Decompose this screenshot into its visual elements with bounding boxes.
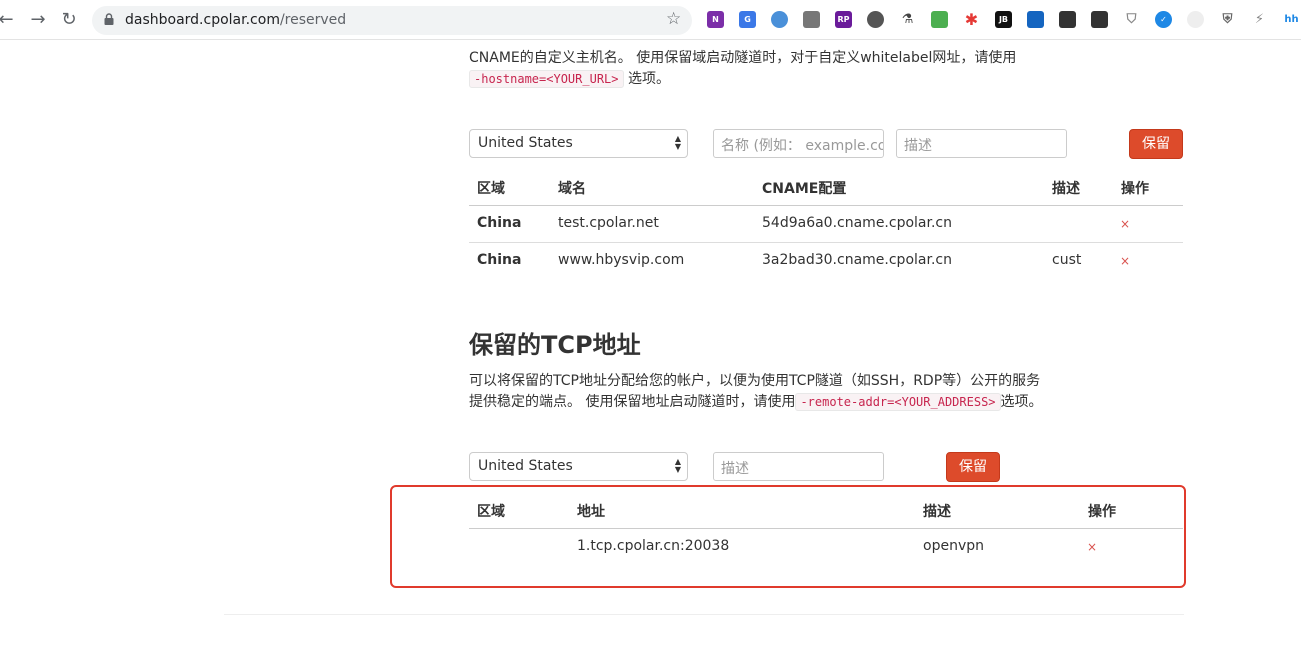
reload-icon[interactable]: ↻ [59, 10, 79, 30]
android-extension-icon[interactable] [931, 11, 948, 28]
qr-code-extension-icon[interactable] [1091, 11, 1108, 28]
domain-name-input[interactable]: 名称 (例如： example.com) [713, 129, 884, 158]
jb-extension-icon[interactable]: JB [995, 11, 1012, 28]
delete-icon[interactable]: × [1120, 217, 1130, 231]
tcp-header-action: 操作 [1088, 504, 1116, 520]
tab-extension-icon[interactable] [803, 11, 820, 28]
browser-toolbar: ← → ↻ dashboard.cpolar.com/reserved ☆ N … [0, 0, 1301, 40]
adblock-extension-icon[interactable]: ⛨ [1219, 11, 1236, 28]
tcp-description-input[interactable]: 描述 [713, 452, 884, 481]
url-text: dashboard.cpolar.com/reserved [125, 12, 347, 28]
tcp-header-region: 区域 [477, 504, 505, 520]
lock-icon [104, 13, 114, 25]
table-divider [469, 205, 1183, 206]
new-extension-icon[interactable] [1027, 11, 1044, 28]
check-extension-icon[interactable]: ✓ [1155, 11, 1172, 28]
translate-extension-icon[interactable]: G [739, 11, 756, 28]
row-region: China [477, 252, 522, 268]
domain-description-input[interactable]: 描述 [896, 129, 1067, 158]
domain-header-description: 描述 [1052, 181, 1080, 197]
domain-intro-text: CNAME的自定义主机名。 使用保留域启动隧道时，对于自定义whitelabel… [469, 50, 1017, 88]
table-divider [469, 242, 1183, 243]
tcp-header-address: 地址 [577, 504, 605, 520]
row-description: cust [1052, 252, 1082, 268]
bolt-extension-icon[interactable]: ⚡ [1251, 11, 1268, 28]
highlight-box [390, 485, 1186, 588]
shield-extension-icon[interactable]: ⛉ [1123, 11, 1140, 28]
table-divider [469, 528, 1183, 529]
rp-extension-icon[interactable]: RP [835, 11, 852, 28]
delete-icon[interactable]: × [1120, 254, 1130, 268]
hh-extension-icon[interactable]: hh [1283, 11, 1300, 28]
star-icon[interactable]: ☆ [666, 9, 681, 29]
domain-header-domain: 域名 [558, 181, 586, 197]
row-cname: 54d9a6a0.cname.cpolar.cn [762, 215, 952, 231]
row-region: China [477, 215, 522, 231]
fsw-extension-icon[interactable] [1187, 11, 1204, 28]
select-arrows-icon: ▲ ▼ [674, 457, 681, 474]
reserve-domain-button[interactable]: 保留 [1129, 129, 1183, 159]
tcp-section-description: 可以将保留的TCP地址分配给您的帐户，以便为使用TCP隧道（如SSH，RDP等）… [469, 373, 1043, 411]
onenote-extension-icon[interactable]: N [707, 11, 724, 28]
row-cname: 3a2bad30.cname.cpolar.cn [762, 252, 952, 268]
hostname-code: -hostname=<YOUR_URL> [469, 70, 624, 88]
domain-header-region: 区域 [477, 181, 505, 197]
row-domain: www.hbysvip.com [558, 252, 685, 268]
select-arrows-icon: ▲ ▼ [674, 134, 681, 151]
reserve-tcp-button[interactable]: 保留 [946, 452, 1000, 482]
row-address: 1.tcp.cpolar.cn:20038 [577, 538, 730, 554]
globe-extension-icon[interactable] [771, 11, 788, 28]
row-description: openvpn [923, 538, 984, 554]
back-arrow-icon[interactable]: ← [0, 10, 16, 30]
asterisk-extension-icon[interactable]: ✱ [963, 11, 980, 28]
domain-region-select[interactable]: United States ▲ ▼ [469, 129, 688, 158]
tcp-header-description: 描述 [923, 504, 951, 520]
domain-header-cname: CNAME配置 [762, 181, 847, 197]
row-domain: test.cpolar.net [558, 215, 659, 231]
qr-extension-icon[interactable] [1059, 11, 1076, 28]
remote-addr-code: -remote-addr=<YOUR_ADDRESS> [795, 393, 1001, 411]
address-bar[interactable]: dashboard.cpolar.com/reserved [92, 6, 692, 35]
circle-extension-icon[interactable] [867, 11, 884, 28]
tcp-region-select[interactable]: United States ▲ ▼ [469, 452, 688, 481]
footer-divider [224, 614, 1184, 615]
delete-icon[interactable]: × [1087, 540, 1097, 554]
forward-arrow-icon[interactable]: → [28, 10, 48, 30]
domain-header-action: 操作 [1121, 181, 1149, 197]
tcp-section-title: 保留的TCP地址 [469, 331, 641, 359]
tool-extension-icon[interactable]: ⚗ [899, 11, 916, 28]
